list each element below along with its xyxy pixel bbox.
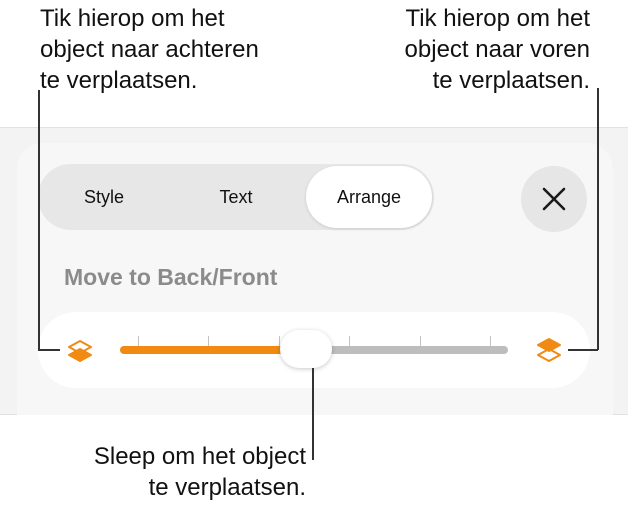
callout-line: te verplaatsen. — [148, 474, 306, 501]
tab-arrange[interactable]: Arrange — [306, 166, 432, 228]
layers-back-icon[interactable] — [66, 338, 94, 364]
callout-move-back: Tik hierop om het object naar achteren t… — [40, 3, 340, 96]
callout-line: Tik hierop om het — [40, 5, 225, 32]
leader-line-drag — [312, 368, 314, 460]
slider-fill — [120, 346, 307, 354]
callout-line: Tik hierop om het — [405, 5, 590, 32]
callout-line: object naar voren — [404, 36, 590, 63]
slider-tick — [208, 336, 209, 346]
leader-line-back — [38, 90, 40, 350]
slider-tick — [349, 336, 350, 346]
section-title: Move to Back/Front — [64, 264, 278, 290]
tab-text[interactable]: Text — [170, 164, 302, 230]
slider-thumb[interactable] — [280, 330, 333, 368]
tab-style[interactable]: Style — [38, 164, 170, 230]
callout-move-front: Tik hierop om het object naar voren te v… — [330, 3, 590, 96]
layers-front-icon[interactable] — [535, 336, 563, 364]
leader-line-front-horizontal — [568, 349, 598, 351]
callout-line: te verplaatsen. — [432, 67, 590, 94]
format-tabs: Style Text Arrange — [38, 164, 434, 230]
callout-line: te verplaatsen. — [40, 67, 198, 94]
close-icon — [542, 187, 566, 211]
slider-tick — [138, 336, 139, 346]
leader-line-back-horizontal — [38, 349, 60, 351]
callout-drag: Sleep om het object te verplaatsen. — [20, 441, 306, 503]
slider-tick — [420, 336, 421, 346]
leader-line-front — [597, 88, 599, 350]
slider-tick — [490, 336, 491, 346]
callout-line: object naar achteren — [40, 36, 259, 63]
slider-remaining — [306, 346, 508, 354]
close-button[interactable] — [521, 166, 587, 232]
callout-line: Sleep om het object — [93, 443, 306, 470]
